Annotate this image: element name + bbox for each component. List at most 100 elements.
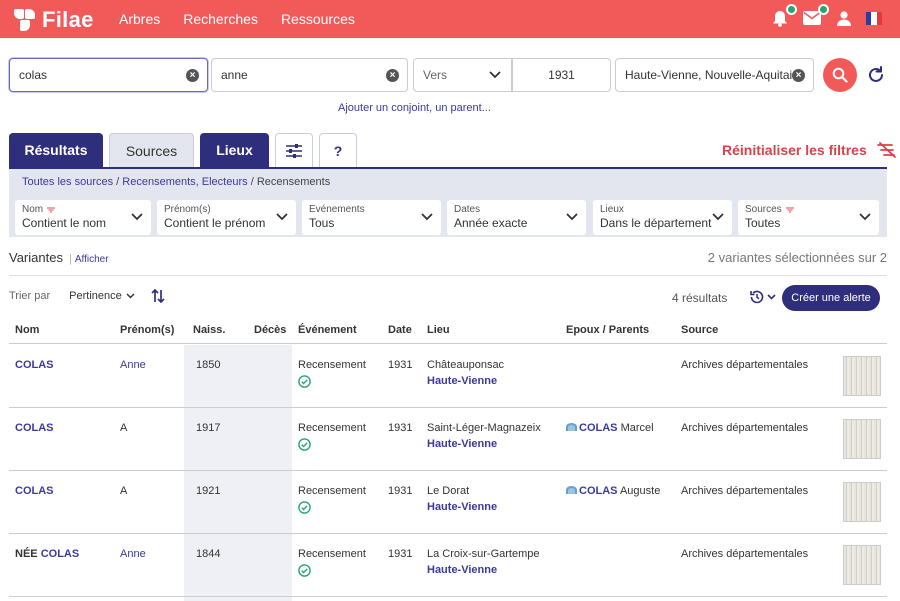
place-input[interactable]: Haute-Vienne, Nouvelle-Aquitaine, × bbox=[615, 58, 814, 92]
top-navbar: Filae Arbres Recherches Ressources bbox=[0, 0, 900, 38]
row-birth: 1850 bbox=[196, 359, 221, 371]
row-surname[interactable]: NÉE COLAS bbox=[15, 548, 79, 560]
logo-text: Filae bbox=[42, 7, 94, 32]
col-date[interactable]: Date bbox=[388, 324, 412, 336]
clear-firstname-icon[interactable]: × bbox=[386, 69, 399, 82]
date-mode-select[interactable]: Vers bbox=[413, 58, 512, 92]
filter-prenom[interactable]: Prénom(s) Contient le prénom bbox=[157, 200, 296, 235]
table-row[interactable]: NÉE COLAS Anne 1844 Recensement 1931 La … bbox=[9, 534, 887, 597]
row-surname[interactable]: COLAS bbox=[15, 359, 54, 371]
filter-evenements[interactable]: Evénements Tous bbox=[302, 200, 441, 235]
year-input[interactable]: 1931 bbox=[512, 58, 611, 92]
chevron-down-icon bbox=[276, 213, 288, 221]
row-surname[interactable]: COLAS bbox=[15, 422, 54, 434]
document-thumbnail[interactable] bbox=[843, 419, 881, 459]
reset-search-icon[interactable] bbox=[866, 65, 886, 85]
col-deces[interactable]: Décès bbox=[254, 324, 286, 336]
filter-nom[interactable]: Nom Contient le nom bbox=[15, 200, 151, 235]
user-account-icon[interactable] bbox=[834, 8, 854, 28]
tab-help[interactable]: ? bbox=[319, 133, 357, 167]
col-lieu[interactable]: Lieu bbox=[427, 324, 450, 336]
filae-logo[interactable]: Filae bbox=[14, 7, 94, 33]
filter-sources[interactable]: Sources Toutes bbox=[738, 200, 879, 235]
col-source[interactable]: Source bbox=[681, 324, 718, 336]
sliders-icon bbox=[286, 143, 302, 158]
breadcrumb-all-sources[interactable]: Toutes les sources bbox=[22, 176, 113, 188]
clear-place-icon[interactable]: × bbox=[792, 69, 805, 82]
breadcrumb-census-electors[interactable]: Recensements, Electeurs bbox=[122, 176, 247, 188]
place-department-link[interactable]: Haute-Vienne bbox=[427, 501, 497, 513]
col-evenement[interactable]: Événement bbox=[298, 324, 357, 336]
col-nom[interactable]: Nom bbox=[15, 324, 39, 336]
col-naissance[interactable]: Naiss. bbox=[193, 324, 225, 336]
event-text: Recensement bbox=[298, 422, 366, 434]
filter-dates[interactable]: Dates Année exacte bbox=[447, 200, 586, 235]
table-row[interactable]: COLAS A 1917 Recensement 1931 Saint-Lége… bbox=[9, 408, 887, 471]
variants-selected-count: 2 variantes sélectionnées sur 2 bbox=[707, 250, 887, 265]
spouse-rings-icon bbox=[566, 423, 577, 431]
row-surname[interactable]: COLAS bbox=[15, 485, 54, 497]
place-department-link[interactable]: Haute-Vienne bbox=[427, 438, 541, 450]
create-alert-button[interactable]: Créer une alerte bbox=[782, 285, 880, 311]
firstname-input[interactable]: anne × bbox=[211, 58, 408, 92]
french-flag-icon[interactable] bbox=[866, 11, 882, 25]
row-event: Recensement bbox=[298, 422, 366, 451]
spouse-firstname: Marcel bbox=[620, 422, 654, 434]
row-firstname[interactable]: Anne bbox=[120, 548, 146, 560]
row-place: La Croix-sur-Gartempe Haute-Vienne bbox=[427, 548, 539, 576]
table-row[interactable]: COLAS Anne 1850 Recensement 1931 Château… bbox=[9, 345, 887, 408]
sort-select[interactable]: Pertinence bbox=[69, 290, 135, 302]
notifications-bell-icon[interactable] bbox=[770, 4, 797, 28]
verified-check-icon bbox=[298, 501, 311, 514]
row-birth: 1844 bbox=[196, 548, 221, 560]
add-relative-link[interactable]: Ajouter un conjoint, un parent... bbox=[338, 102, 491, 114]
filter-evenements-label: Evénements bbox=[309, 204, 365, 215]
document-thumbnail[interactable] bbox=[843, 545, 881, 585]
tab-results[interactable]: Résultats bbox=[9, 133, 103, 167]
verified-check-icon bbox=[298, 438, 311, 451]
place-department-link[interactable]: Haute-Vienne bbox=[427, 564, 539, 576]
filter-sources-label: Sources bbox=[745, 204, 782, 215]
row-source: Archives départementales bbox=[681, 422, 809, 434]
table-row[interactable]: COLAS A 1921 Recensement 1931 Le Dorat Ha… bbox=[9, 471, 887, 534]
place-value: Haute-Vienne, Nouvelle-Aquitaine, bbox=[625, 68, 797, 82]
filter-settings-tab[interactable] bbox=[275, 133, 313, 167]
surname-input[interactable]: colas × bbox=[9, 58, 208, 92]
document-thumbnail[interactable] bbox=[843, 482, 881, 522]
row-spouse[interactable]: COLAS Marcel bbox=[566, 422, 654, 434]
nav-item-arbres[interactable]: Arbres bbox=[119, 11, 160, 27]
event-text: Recensement bbox=[298, 548, 366, 560]
variants-label: Variantes bbox=[9, 250, 63, 265]
place-department-link[interactable]: Haute-Vienne bbox=[427, 375, 504, 387]
reset-filters-button[interactable]: Réinitialiser les filtres bbox=[722, 142, 897, 158]
breadcrumb: Toutes les sources / Recensements, Elect… bbox=[22, 176, 330, 188]
document-thumbnail[interactable] bbox=[843, 356, 881, 396]
filter-prenom-label: Prénom(s) bbox=[164, 204, 211, 215]
col-epoux-parents[interactable]: Epoux / Parents bbox=[566, 324, 649, 336]
row-event: Recensement bbox=[298, 485, 366, 514]
nav-item-ressources[interactable]: Ressources bbox=[281, 11, 355, 27]
nav-item-recherches[interactable]: Recherches bbox=[183, 11, 258, 27]
sort-direction-icon[interactable] bbox=[151, 289, 165, 303]
row-place: Châteauponsac Haute-Vienne bbox=[427, 359, 504, 387]
surname-prefix: NÉE bbox=[15, 548, 38, 560]
row-firstname[interactable]: Anne bbox=[120, 359, 146, 371]
show-variants-link[interactable]: Afficher bbox=[75, 254, 109, 265]
row-source: Archives départementales bbox=[681, 548, 809, 560]
clear-surname-icon[interactable]: × bbox=[186, 69, 199, 82]
filter-lieux[interactable]: Lieux Dans le département bbox=[593, 200, 732, 235]
search-history-button[interactable] bbox=[749, 289, 776, 305]
history-icon bbox=[750, 290, 764, 304]
chevron-down-icon bbox=[712, 213, 724, 221]
row-spouse[interactable]: COLAS Auguste bbox=[566, 485, 660, 497]
notification-dot bbox=[786, 4, 797, 15]
surname-text: COLAS bbox=[15, 359, 54, 371]
row-event: Recensement bbox=[298, 359, 366, 388]
col-prenoms[interactable]: Prénom(s) bbox=[120, 324, 174, 336]
messages-envelope-icon[interactable] bbox=[802, 4, 829, 28]
tab-places[interactable]: Lieux bbox=[200, 133, 269, 167]
search-button[interactable] bbox=[823, 58, 857, 92]
spouse-surname: COLAS bbox=[579, 422, 618, 434]
tab-sources[interactable]: Sources bbox=[109, 133, 194, 167]
row-date: 1931 bbox=[388, 548, 413, 560]
